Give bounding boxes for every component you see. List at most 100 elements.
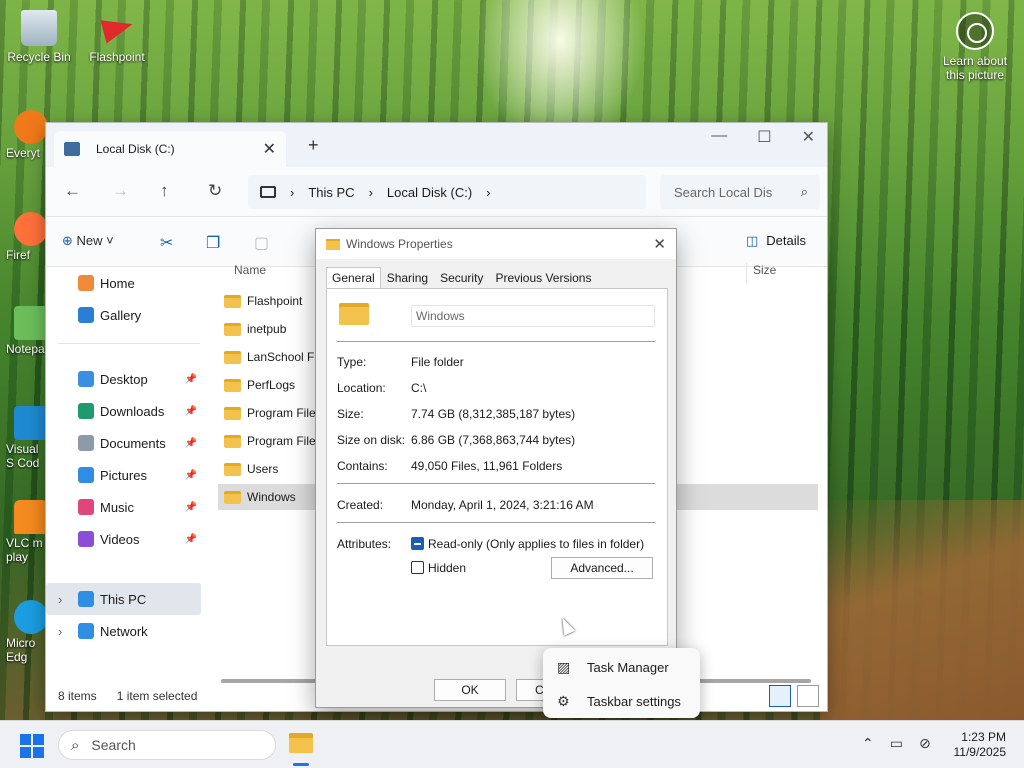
nav-item-music[interactable]: Music 📌 [46, 491, 201, 523]
breadcrumb-local-disk[interactable]: Local Disk (C:) [387, 185, 472, 200]
vlc-desktop-icon[interactable]: VLC m play [0, 500, 48, 564]
edge-desktop-icon[interactable]: Micro Edg [0, 600, 48, 664]
pin-icon[interactable]: 📌 [185, 374, 197, 385]
location-row: Location: C:\ [337, 381, 426, 395]
details-view-icon[interactable] [769, 685, 791, 707]
nav-item-pictures[interactable]: Pictures 📌 [46, 459, 201, 491]
nav-item-documents[interactable]: Documents 📌 [46, 427, 201, 459]
nav-label: Music [100, 499, 134, 515]
ok-button[interactable]: OK [434, 679, 506, 701]
back-arrow-icon[interactable]: ← [64, 181, 81, 201]
file-name: inetpub [247, 322, 287, 336]
menu-item-taskbar-settings[interactable]: ⚙ Taskbar settings [543, 684, 700, 718]
file-name: PerfLogs [247, 378, 296, 392]
location-value: C:\ [411, 381, 427, 395]
videos-icon [78, 531, 94, 547]
recycle-bin-icon [21, 10, 57, 46]
readonly-checkbox[interactable]: Read-only (Only applies to files in fold… [411, 537, 644, 551]
notepad-desktop-icon[interactable]: Notepa [0, 306, 48, 356]
pin-icon[interactable]: 📌 [185, 406, 197, 417]
size-value: 7.74 GB (8,312,385,187 bytes) [411, 407, 576, 421]
explorer-tab[interactable]: Local Disk (C:) ✕ [54, 131, 286, 167]
attributes-label: Attributes: [337, 537, 392, 551]
navigation-pane: Home Gallery Desktop 📌 Downloads 📌 Documen… [46, 267, 208, 667]
nav-item-home[interactable]: Home [46, 267, 201, 299]
nav-item-videos[interactable]: Videos 📌 [46, 523, 201, 555]
folder-icon [224, 322, 241, 336]
column-header-size[interactable]: Size [746, 263, 776, 283]
details-button[interactable]: Details [746, 233, 806, 249]
network-status-icon[interactable]: ▭ [890, 735, 903, 752]
maximize-button[interactable]: ☐ [757, 127, 771, 147]
gear-icon: ⚙ [557, 692, 570, 709]
nav-item-gallery[interactable]: Gallery [46, 299, 201, 331]
advanced-button[interactable]: Advanced... [551, 557, 653, 579]
details-label: Details [766, 233, 807, 248]
file-explorer-taskbar-icon[interactable] [289, 733, 313, 753]
pin-icon[interactable]: 📌 [185, 534, 197, 545]
size-row: Size: 7.74 GB (8,312,385,187 bytes) [337, 407, 575, 421]
breadcrumb[interactable]: › This PC › Local Disk (C:) › [248, 175, 646, 209]
cut-icon[interactable]: ✂ [160, 233, 173, 253]
close-window-button[interactable]: ✕ [802, 127, 815, 147]
copy-icon[interactable]: ❐ [206, 233, 220, 253]
chevron-right-icon[interactable]: › [58, 592, 62, 607]
minimize-button[interactable]: — [711, 127, 727, 147]
refresh-icon[interactable]: ↻ [208, 181, 222, 201]
nav-item-network[interactable]: › Network [46, 615, 201, 647]
firefox-desktop-icon[interactable]: Firef [0, 212, 48, 262]
contains-value: 49,050 Files, 11,961 Folders [411, 459, 563, 473]
folder-name-field[interactable]: Windows [411, 305, 655, 327]
tab-general[interactable]: General [326, 267, 381, 290]
chevron-right-icon[interactable]: › [58, 624, 62, 639]
nav-item-downloads[interactable]: Downloads 📌 [46, 395, 201, 427]
pin-icon[interactable]: 📌 [185, 438, 197, 449]
pin-icon[interactable]: 📌 [185, 502, 197, 513]
divider [58, 343, 200, 344]
computer-icon [260, 186, 276, 198]
created-row: Created: Monday, April 1, 2024, 3:21:16 A… [337, 498, 594, 512]
forward-arrow-icon[interactable]: → [112, 181, 129, 201]
clock[interactable]: 1:23 PM 11/9/2025 [946, 730, 1007, 760]
tab-sharing[interactable]: Sharing [381, 267, 434, 290]
volume-muted-icon[interactable]: ⊘ [919, 735, 931, 752]
close-tab-icon[interactable]: ✕ [263, 139, 276, 159]
menu-item-label: Task Manager [587, 659, 669, 675]
taskbar-search-label: Search [91, 737, 136, 753]
properties-dialog: Windows Properties ✕ General Sharing Sec… [315, 228, 677, 708]
vscode-desktop-icon[interactable]: Visual S Cod [0, 406, 48, 470]
chevron-up-icon[interactable]: ⌃ [862, 735, 874, 752]
close-dialog-icon[interactable]: ✕ [653, 235, 666, 253]
tab-security[interactable]: Security [434, 267, 489, 290]
pin-icon[interactable]: 📌 [185, 470, 197, 481]
new-tab-button[interactable]: + [308, 135, 319, 156]
nav-item-desktop[interactable]: Desktop 📌 [46, 363, 201, 395]
folder-icon [224, 434, 241, 448]
folder-icon [224, 406, 241, 420]
column-header-name[interactable]: Name [234, 263, 266, 277]
taskbar-search[interactable]: ⌕ Search [58, 730, 276, 760]
new-button[interactable]: ⊕ New ˅ [62, 233, 114, 249]
everything-desktop-icon[interactable]: Everyt [0, 110, 48, 160]
hidden-checkbox[interactable]: Hidden [411, 561, 466, 575]
size-on-disk-row: Size on disk: 6.86 GB (7,368,863,744 byte… [337, 433, 575, 447]
view-toggle [769, 685, 819, 707]
tab-previous-versions[interactable]: Previous Versions [489, 267, 597, 290]
tiles-view-icon[interactable] [797, 685, 819, 707]
music-icon [78, 499, 94, 515]
dialog-tabs: General Sharing Security Previous Versio… [326, 267, 597, 290]
notepad-icon [14, 306, 48, 340]
search-input[interactable]: Search Local Dis ⌕ [660, 175, 820, 209]
learn-about-picture-desktop-icon[interactable]: Learn about this picture [940, 12, 1010, 82]
menu-item-task-manager[interactable]: ▨ Task Manager [543, 650, 700, 684]
edge-label: Micro Edg [6, 636, 36, 664]
paste-icon[interactable]: ▢ [254, 233, 269, 253]
file-name: Windows [247, 490, 296, 504]
recycle-bin-desktop-icon[interactable]: Recycle Bin [4, 10, 74, 64]
breadcrumb-this-pc[interactable]: This PC [308, 185, 354, 200]
pictures-icon [78, 467, 94, 483]
nav-item-this-pc[interactable]: › This PC [46, 583, 201, 615]
start-button[interactable] [20, 734, 44, 758]
up-arrow-icon[interactable]: ↑ [160, 181, 169, 201]
flashpoint-desktop-icon[interactable]: Flashpoint [82, 10, 152, 64]
